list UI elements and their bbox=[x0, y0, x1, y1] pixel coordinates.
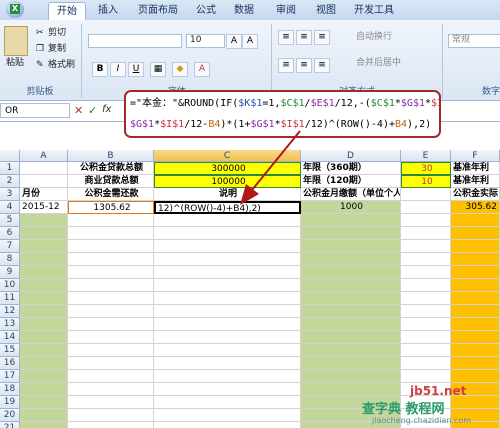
watermark-line2: 查字典 教程网 bbox=[362, 402, 445, 417]
watermark-line3: jiaocheng.chazidian.com bbox=[372, 416, 472, 425]
annotation-arrow bbox=[240, 130, 301, 205]
watermark-line1: jb51.net bbox=[410, 384, 467, 398]
